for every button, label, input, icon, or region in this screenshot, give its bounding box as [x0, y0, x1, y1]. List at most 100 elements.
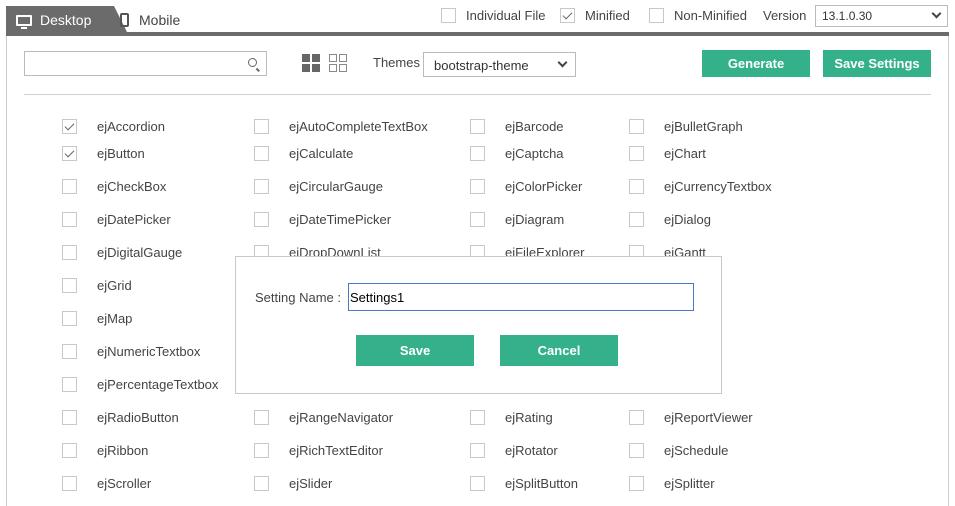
component-checkbox[interactable] [62, 212, 77, 227]
component-checkbox[interactable] [62, 476, 77, 491]
component-item[interactable]: ejColorPicker [470, 179, 582, 194]
generate-button[interactable]: Generate [702, 50, 810, 77]
component-label: ejSplitter [664, 476, 715, 491]
component-item[interactable]: ejCurrencyTextbox [629, 179, 772, 194]
component-item[interactable]: ejDatePicker [62, 212, 171, 227]
component-label: ejMap [97, 311, 133, 326]
component-item[interactable]: ejMap [62, 311, 132, 326]
component-checkbox[interactable] [629, 179, 644, 194]
component-checkbox[interactable] [629, 443, 644, 458]
non-minified-option[interactable]: Non-Minified [649, 8, 747, 23]
component-item[interactable]: ejBarcode [470, 119, 564, 134]
component-checkbox[interactable] [62, 278, 77, 293]
component-checkbox[interactable] [62, 377, 77, 392]
search-input[interactable] [24, 51, 267, 76]
component-item[interactable]: ejReportViewer [629, 410, 753, 425]
component-checkbox[interactable] [62, 443, 77, 458]
component-checkbox[interactable] [62, 245, 77, 260]
component-checkbox[interactable] [629, 410, 644, 425]
component-item[interactable]: ejRotator [470, 443, 558, 458]
component-item[interactable]: ejSchedule [629, 443, 728, 458]
component-checkbox[interactable] [62, 119, 77, 134]
tile-view-icon[interactable] [329, 54, 347, 72]
component-item[interactable]: ejRadioButton [62, 410, 179, 425]
component-label: ejCircularGauge [289, 179, 383, 194]
component-checkbox[interactable] [62, 146, 77, 161]
component-label: ejDateTimePicker [289, 212, 392, 227]
component-checkbox[interactable] [629, 119, 644, 134]
component-checkbox[interactable] [629, 476, 644, 491]
component-checkbox[interactable] [254, 410, 269, 425]
version-select[interactable]: 13.1.0.30 [815, 5, 948, 27]
component-checkbox[interactable] [254, 146, 269, 161]
tab-mobile[interactable]: Mobile [118, 6, 198, 34]
component-item[interactable]: ejAutoCompleteTextBox [254, 119, 428, 134]
component-item[interactable]: ejRichTextEditor [254, 443, 383, 458]
individual-file-label: Individual File [466, 8, 546, 23]
component-checkbox[interactable] [62, 410, 77, 425]
component-item[interactable]: ejSlider [254, 476, 332, 491]
component-label: ejBarcode [505, 119, 564, 134]
component-checkbox[interactable] [254, 443, 269, 458]
component-item[interactable]: ejCaptcha [470, 146, 564, 161]
component-checkbox[interactable] [254, 179, 269, 194]
component-item[interactable]: ejDialog [629, 212, 711, 227]
component-label: ejPercentageTextbox [97, 377, 219, 392]
component-checkbox[interactable] [62, 179, 77, 194]
grid-view-icon[interactable] [302, 54, 320, 72]
component-checkbox[interactable] [470, 119, 485, 134]
minified-checkbox[interactable] [560, 8, 575, 23]
component-item[interactable]: ejCalculate [254, 146, 353, 161]
minified-label: Minified [585, 8, 630, 23]
component-item[interactable]: ejCircularGauge [254, 179, 383, 194]
non-minified-checkbox[interactable] [649, 8, 664, 23]
component-item[interactable]: ejCheckBox [62, 179, 166, 194]
component-checkbox[interactable] [254, 119, 269, 134]
search-icon[interactable] [248, 58, 257, 67]
component-checkbox[interactable] [629, 212, 644, 227]
component-checkbox[interactable] [470, 212, 485, 227]
setting-name-input[interactable] [348, 283, 694, 311]
component-item[interactable]: ejDiagram [470, 212, 564, 227]
save-button[interactable]: Save [356, 335, 474, 366]
component-label: ejChart [664, 146, 706, 161]
component-checkbox[interactable] [470, 443, 485, 458]
individual-file-option[interactable]: Individual File [441, 8, 546, 23]
component-checkbox[interactable] [470, 146, 485, 161]
component-item[interactable]: ejScroller [62, 476, 151, 491]
component-label: ejNumericTextbox [97, 344, 201, 359]
minified-option[interactable]: Minified [560, 8, 630, 23]
component-checkbox[interactable] [470, 410, 485, 425]
component-label: ejRichTextEditor [289, 443, 383, 458]
component-item[interactable]: ejRating [470, 410, 553, 425]
component-label: ejRating [505, 410, 553, 425]
component-item[interactable]: ejDateTimePicker [254, 212, 391, 227]
component-item[interactable]: ejGrid [62, 278, 132, 293]
component-item[interactable]: ejDigitalGauge [62, 245, 182, 260]
theme-select[interactable]: bootstrap-theme [423, 52, 576, 77]
component-checkbox[interactable] [254, 476, 269, 491]
component-item[interactable]: ejRibbon [62, 443, 148, 458]
phone-icon [120, 13, 129, 27]
component-label: ejSlider [289, 476, 333, 491]
top-bar: Desktop Mobile Individual File Minified … [0, 0, 955, 36]
component-item[interactable]: ejChart [629, 146, 706, 161]
component-checkbox[interactable] [470, 179, 485, 194]
individual-file-checkbox[interactable] [441, 8, 456, 23]
component-item[interactable]: ejAccordion [62, 119, 165, 134]
component-item[interactable]: ejSplitButton [470, 476, 578, 491]
component-item[interactable]: ejPercentageTextbox [62, 377, 218, 392]
component-checkbox[interactable] [629, 146, 644, 161]
component-item[interactable]: ejBulletGraph [629, 119, 743, 134]
component-checkbox[interactable] [62, 311, 77, 326]
cancel-button[interactable]: Cancel [500, 335, 618, 366]
component-item[interactable]: ejNumericTextbox [62, 344, 200, 359]
component-item[interactable]: ejRangeNavigator [254, 410, 393, 425]
component-item[interactable]: ejButton [62, 146, 145, 161]
component-checkbox[interactable] [470, 476, 485, 491]
component-checkbox[interactable] [62, 344, 77, 359]
component-item[interactable]: ejSplitter [629, 476, 715, 491]
save-settings-button[interactable]: Save Settings [823, 50, 931, 77]
component-checkbox[interactable] [254, 212, 269, 227]
tab-desktop[interactable]: Desktop [6, 6, 128, 34]
